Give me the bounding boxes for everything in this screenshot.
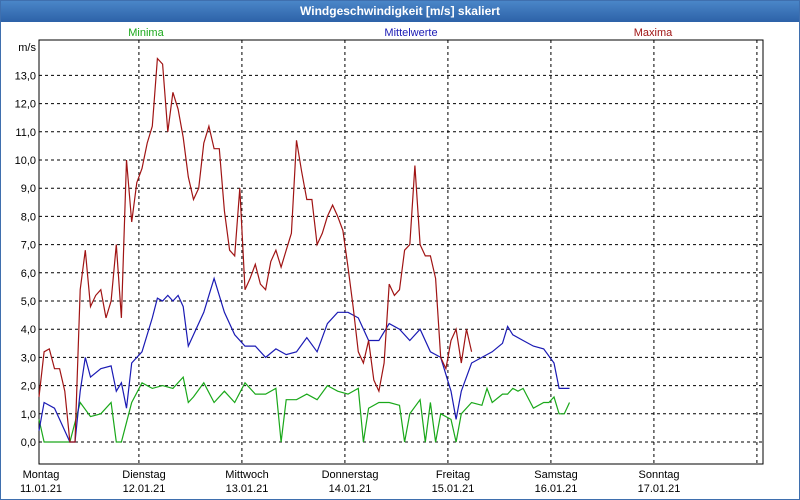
x-date-label: 14.01.21	[329, 483, 372, 495]
x-day-label: Montag	[23, 469, 60, 481]
x-day-label: Freitag	[436, 469, 470, 481]
y-tick-label: 8,0	[21, 211, 36, 223]
x-date-label: 13.01.21	[226, 483, 269, 495]
legend-maxima: Maxima	[634, 27, 673, 39]
y-tick-label: 3,0	[21, 352, 36, 364]
x-date-label: 12.01.21	[123, 483, 166, 495]
x-date-label: 15.01.21	[432, 483, 475, 495]
x-day-label: Dienstag	[122, 469, 165, 481]
y-tick-label: 11,0	[15, 127, 36, 139]
chart-window: Windgeschwindigkeit [m/s] skaliert 0,0 1,…	[0, 0, 800, 500]
y-tick-label: 7,0	[21, 240, 36, 252]
legend-minima: Minima	[128, 27, 164, 39]
y-tick-label: 12,0	[15, 99, 36, 111]
window-title: Windgeschwindigkeit [m/s] skaliert	[1, 1, 799, 22]
y-tick-label: 5,0	[21, 296, 36, 308]
legend-mittelwerte: Mittelwerte	[384, 27, 437, 39]
x-day-label: Mittwoch	[225, 469, 268, 481]
y-tick-label: 13,0	[15, 70, 36, 82]
x-date-label: 17.01.21	[638, 483, 681, 495]
x-day-label: Donnerstag	[322, 469, 379, 481]
wind-speed-chart: 0,0 1,0 2,0 3,0 4,0 5,0 6,0 7,0 8,0 9,0 10,0 11,0 12…	[15, 27, 764, 495]
x-date-label: 16.01.21	[535, 483, 578, 495]
y-tick-label: 4,0	[21, 324, 36, 336]
y-tick-label: 9,0	[21, 183, 36, 195]
y-tick-label: 2,0	[21, 381, 36, 393]
y-tick-label: 1,0	[21, 409, 36, 421]
y-tick-label: 10,0	[15, 155, 36, 167]
y-tick-label: 0,0	[21, 437, 36, 449]
x-day-label: Sonntag	[639, 469, 680, 481]
y-axis-unit-label: m/s	[18, 42, 36, 54]
x-date-label: 11.01.21	[20, 483, 62, 495]
y-tick-label: 6,0	[21, 268, 36, 280]
x-day-label: Samstag	[534, 469, 577, 481]
